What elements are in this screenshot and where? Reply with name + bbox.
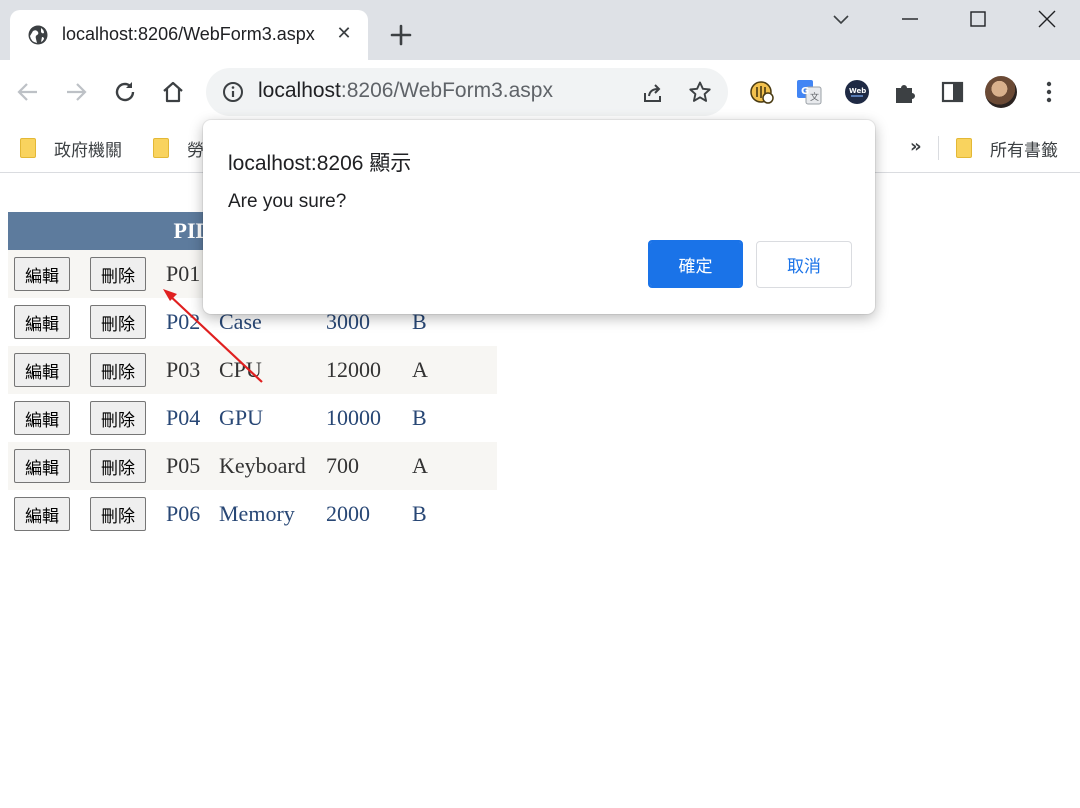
extensions-puzzle-icon[interactable] xyxy=(892,79,918,105)
more-menu-icon[interactable] xyxy=(1036,79,1062,105)
all-bookmarks-label: 所有書籤 xyxy=(990,140,1058,161)
all-bookmarks-folder[interactable]: 所有書籤 xyxy=(956,133,1058,163)
webchatgpt-icon[interactable]: Web xyxy=(844,79,870,105)
table-row: 編輯 刪除 P04 GPU 10000 B xyxy=(8,394,497,442)
bookmark-label: 勞 xyxy=(187,140,204,161)
share-icon[interactable] xyxy=(641,81,665,105)
tab-search-chevron-icon[interactable] xyxy=(829,8,853,32)
edit-button[interactable]: 編輯 xyxy=(14,353,70,387)
cell-name: GPU xyxy=(219,394,326,442)
folder-icon xyxy=(20,138,36,158)
extension-coin-icon[interactable] xyxy=(749,79,775,105)
delete-button[interactable]: 刪除 xyxy=(90,497,146,531)
svg-text:文: 文 xyxy=(810,91,819,103)
address-bar[interactable]: localhost:8206/WebForm3.aspx xyxy=(206,68,728,116)
tab-title: localhost:8206/WebForm3.aspx xyxy=(62,24,315,44)
bookmark-label: 政府機關 xyxy=(54,140,122,161)
google-translate-icon[interactable]: G 文 xyxy=(796,79,822,105)
edit-button[interactable]: 編輯 xyxy=(14,401,70,435)
reload-icon[interactable] xyxy=(112,79,138,105)
cell-price: 12000 xyxy=(326,346,412,394)
bookmark-folder[interactable]: 勞 xyxy=(153,133,204,163)
new-tab-icon[interactable] xyxy=(387,21,415,49)
forward-icon[interactable] xyxy=(63,79,89,105)
cell-price: 700 xyxy=(326,442,412,490)
minimize-icon[interactable] xyxy=(898,8,922,32)
dialog-title: localhost:8206 顯示 xyxy=(228,152,412,175)
delete-button[interactable]: 刪除 xyxy=(90,353,146,387)
home-icon[interactable] xyxy=(160,79,186,105)
cell-grade: A xyxy=(412,346,497,394)
url-text[interactable]: localhost:8206/WebForm3.aspx xyxy=(258,79,553,103)
side-panel-icon[interactable] xyxy=(940,79,966,105)
back-icon[interactable] xyxy=(15,79,41,105)
maximize-icon[interactable] xyxy=(966,8,990,32)
table-row: 編輯 刪除 P05 Keyboard 700 A xyxy=(8,442,497,490)
cell-pid: P04 xyxy=(166,394,219,442)
cell-pid: P05 xyxy=(166,442,219,490)
table-row: 編輯 刪除 P06 Memory 2000 B xyxy=(8,490,497,538)
edit-button[interactable]: 編輯 xyxy=(14,449,70,483)
cell-price: 10000 xyxy=(326,394,412,442)
dialog-message: Are you sure? xyxy=(228,191,347,212)
cell-grade: B xyxy=(412,394,497,442)
close-window-icon[interactable] xyxy=(1035,8,1059,32)
globe-icon xyxy=(28,25,48,45)
cell-price: 2000 xyxy=(326,490,412,538)
bookmarks-overflow-chevron-icon[interactable]: » xyxy=(910,136,922,157)
folder-icon xyxy=(153,138,169,158)
cell-grade: A xyxy=(412,442,497,490)
edit-button[interactable]: 編輯 xyxy=(14,305,70,339)
browser-toolbar: localhost:8206/WebForm3.aspx G 文 Web xyxy=(0,60,1080,124)
browser-tab[interactable]: localhost:8206/WebForm3.aspx ✕ xyxy=(10,10,368,60)
grid-header-cell xyxy=(8,212,90,250)
delete-button[interactable]: 刪除 xyxy=(90,257,146,291)
edit-button[interactable]: 編輯 xyxy=(14,497,70,531)
tab-close-icon[interactable]: ✕ xyxy=(333,23,355,45)
info-icon[interactable] xyxy=(222,81,244,103)
url-host: localhost xyxy=(258,79,341,102)
svg-text:G: G xyxy=(801,86,809,97)
folder-icon xyxy=(956,138,972,158)
ok-button[interactable]: 確定 xyxy=(648,240,743,288)
cell-name: Keyboard xyxy=(219,442,326,490)
confirm-dialog: localhost:8206 顯示 Are you sure? 確定 取消 xyxy=(203,120,875,314)
cell-name: Memory xyxy=(219,490,326,538)
delete-button[interactable]: 刪除 xyxy=(90,401,146,435)
bookmark-star-icon[interactable] xyxy=(688,80,712,104)
bookmarks-divider xyxy=(938,136,939,160)
edit-button[interactable]: 編輯 xyxy=(14,257,70,291)
bookmark-folder[interactable]: 政府機關 xyxy=(20,133,122,163)
delete-button[interactable]: 刪除 xyxy=(90,305,146,339)
svg-text:Web: Web xyxy=(849,87,866,95)
profile-avatar[interactable] xyxy=(985,76,1017,108)
cancel-button[interactable]: 取消 xyxy=(756,241,852,288)
url-path: :8206/WebForm3.aspx xyxy=(340,79,553,102)
tab-strip: localhost:8206/WebForm3.aspx ✕ xyxy=(0,0,1080,60)
cell-pid: P06 xyxy=(166,490,219,538)
grid-header-cell xyxy=(90,212,166,250)
delete-button[interactable]: 刪除 xyxy=(90,449,146,483)
cell-grade: B xyxy=(412,490,497,538)
